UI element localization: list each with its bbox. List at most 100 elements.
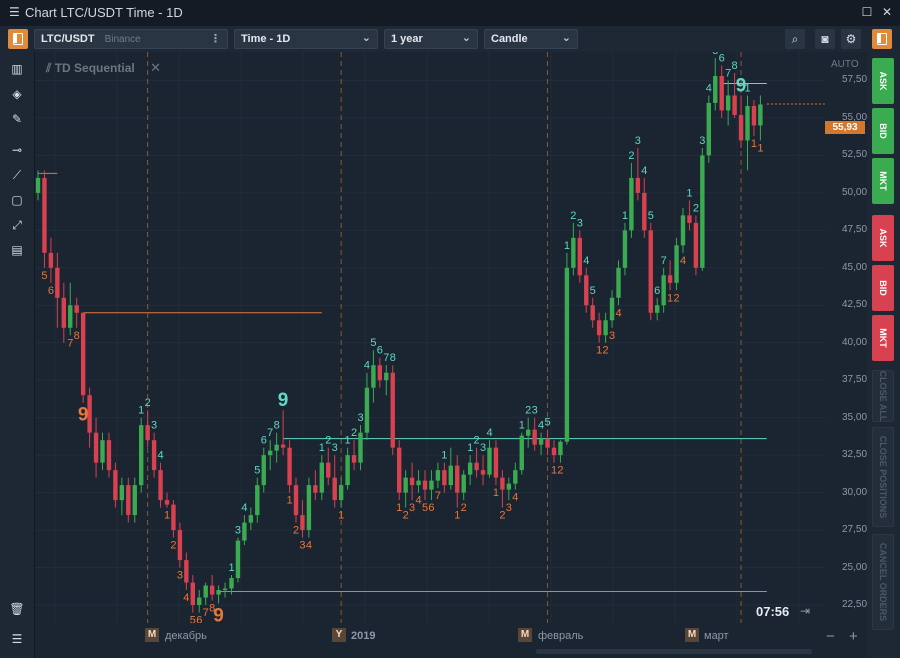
menu-icon[interactable]: ☰	[9, 6, 20, 18]
symbol-selector[interactable]: LTC/USDT Binance ⋮	[34, 29, 228, 49]
candle-body	[667, 275, 673, 283]
close-icon[interactable]: ✕	[880, 5, 894, 19]
chevron-down-icon: ⌄	[461, 32, 471, 44]
cancel-orders-button[interactable]: CANCEL ORDERS	[872, 534, 894, 630]
timeframe-value: Time - 1D	[241, 33, 291, 45]
td-count-label: 2	[325, 435, 331, 447]
price-tick-label: 42,50	[842, 299, 868, 311]
month-badge: M	[518, 628, 532, 642]
panel-toggle-left-button[interactable]	[8, 29, 28, 49]
layers-icon[interactable]: ◈	[8, 85, 26, 103]
sell-market-button[interactable]: MKT	[872, 315, 894, 361]
rectangle-icon[interactable]: ▢	[8, 191, 26, 209]
td-count-label: 7	[725, 67, 731, 79]
td-count-label: 2	[170, 540, 176, 552]
td-count-label: 1	[164, 510, 170, 522]
auto-scale-label[interactable]: AUTO	[831, 59, 859, 70]
candle-body	[745, 105, 750, 141]
candle-body	[680, 215, 686, 246]
pencil-icon[interactable]: ✎	[8, 110, 26, 128]
candle-body	[416, 480, 421, 486]
candle-body	[222, 588, 228, 591]
close-positions-button[interactable]: CLOSE POSITIONS	[872, 427, 894, 527]
candle-body	[429, 480, 434, 490]
gear-icon[interactable]: ⚙	[841, 29, 861, 49]
candle-body	[693, 222, 699, 268]
td-count-label: 1	[686, 187, 692, 199]
chevron-down-icon: ⌄	[361, 32, 371, 44]
td-count-label: 2	[525, 405, 531, 417]
range-dropdown[interactable]: 1 year ⌄	[384, 29, 478, 49]
more-options-icon[interactable]: ⋮	[210, 32, 221, 45]
zoom-out-icon[interactable]: −	[826, 628, 835, 645]
candle-body	[448, 465, 453, 486]
trash-icon[interactable]: 🗑	[8, 600, 26, 618]
td-count-label: 1	[228, 562, 234, 574]
price-tick-label: 47,50	[842, 224, 868, 236]
buy-market-button[interactable]: MKT	[872, 158, 894, 204]
chart-type-value: Candle	[491, 33, 528, 45]
timeframe-dropdown[interactable]: Time - 1D ⌄	[234, 29, 378, 49]
candle-body	[113, 470, 118, 501]
sell-ask-button[interactable]: ASK	[872, 215, 894, 261]
fibonacci-icon[interactable]: ⤢	[8, 216, 26, 234]
td-count-label: 4	[486, 427, 492, 439]
td-count-label: 3	[699, 135, 705, 147]
horizontal-scrollbar[interactable]	[536, 649, 812, 654]
horizontal-line-icon[interactable]: ⊸	[8, 141, 26, 159]
panel-toggle-right-button[interactable]	[872, 29, 892, 49]
scroll-to-end-icon[interactable]: ⇥	[800, 604, 810, 618]
candle-body	[590, 305, 595, 321]
close-all-button[interactable]: CLOSE ALL	[872, 370, 894, 422]
td-count-label: 7	[203, 607, 209, 619]
td-count-label: 3	[409, 502, 415, 514]
td-count-label: 8	[74, 330, 80, 342]
candle-body	[571, 237, 576, 268]
price-tick-label: 35,00	[842, 411, 868, 423]
close-icon[interactable]: ✕	[150, 60, 161, 75]
sell-bid-button[interactable]: BID	[872, 265, 894, 311]
candle-body	[203, 585, 208, 598]
candle-body	[139, 425, 144, 486]
td-count-label: 4	[364, 360, 370, 372]
td-count-label: 3	[235, 525, 241, 537]
candle-body	[35, 177, 41, 193]
indicators-icon[interactable]: ▥	[8, 60, 26, 78]
td-count-label: 5	[190, 615, 196, 623]
trend-line-icon[interactable]: ⟋	[8, 166, 26, 184]
buy-ask-button[interactable]: ASK	[872, 58, 894, 104]
candle-body	[306, 485, 312, 531]
candle-body	[558, 441, 563, 456]
exchange-name: Binance	[104, 34, 141, 45]
list-icon[interactable]: ☰	[8, 630, 26, 648]
search-chart-icon[interactable]: ⌕	[785, 29, 805, 49]
candle-body	[635, 177, 641, 193]
title-bar: ☰ Chart LTC/USDT Time - 1D ☐ ✕	[0, 0, 900, 27]
td-count-label: 7	[435, 490, 441, 502]
td-count-label: 1	[564, 240, 570, 252]
td-count-label: 2	[628, 150, 634, 162]
buy-bid-button[interactable]: BID	[872, 108, 894, 154]
month-badge: M	[145, 628, 159, 642]
td-count-label: 2	[403, 510, 409, 522]
mouse-icon[interactable]: ◙	[815, 29, 835, 49]
drawing-tools-sidebar: ▥ ◈ ✎ ⊸ ⟋ ▢ ⤢ ▤ 🗑 ☰	[0, 52, 35, 658]
candle-body	[132, 485, 137, 516]
candle-body	[119, 485, 125, 501]
chart-type-dropdown[interactable]: Candle ⌄	[484, 29, 578, 49]
zoom-in-icon[interactable]: +	[849, 628, 858, 645]
candle-body	[706, 102, 711, 156]
td-signal-nine: 9	[78, 405, 89, 426]
candle-body	[197, 597, 202, 606]
text-tool-icon[interactable]: ▤	[8, 241, 26, 259]
candle-body	[435, 470, 441, 481]
candle-body	[732, 95, 737, 115]
candle-body	[461, 474, 466, 493]
candle-body	[648, 230, 653, 313]
candlestick-chart[interactable]: 56789 123412345 67 8913456789123 41231123456…	[35, 52, 825, 623]
maximize-icon[interactable]: ☐	[860, 5, 874, 19]
candle-body	[467, 462, 473, 475]
td-count-label: 1	[744, 82, 750, 94]
td-count-label: 1	[319, 442, 325, 454]
td-count-label: 1	[286, 495, 292, 507]
